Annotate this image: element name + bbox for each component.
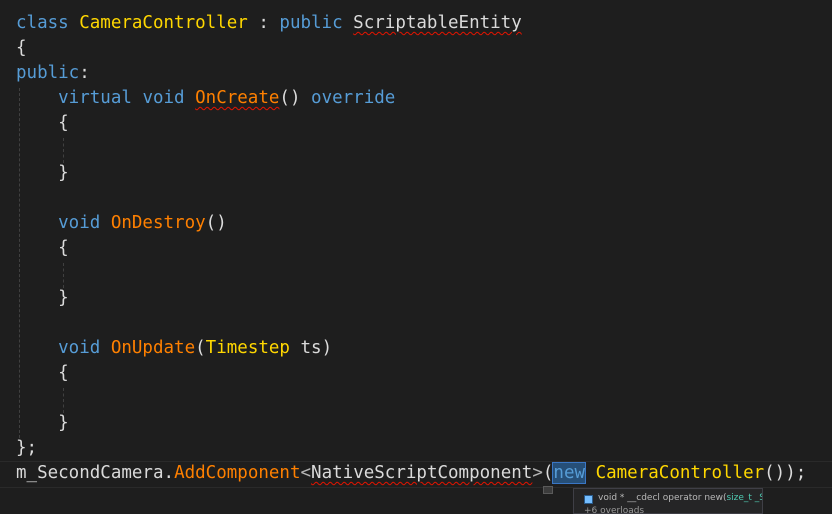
- code-line[interactable]: m_SecondCamera.AddComponent<NativeScript…: [16, 461, 806, 486]
- code-token: ());: [764, 463, 807, 483]
- code-line[interactable]: }: [16, 411, 69, 436]
- code-token: OnDestroy: [110, 213, 206, 233]
- code-token: >: [532, 463, 543, 483]
- code-token: .: [163, 463, 175, 483]
- code-token: (: [542, 463, 554, 483]
- code-token: void: [16, 213, 111, 233]
- code-token: {: [16, 113, 69, 133]
- code-token: class: [16, 13, 80, 33]
- code-token: OnUpdate: [110, 338, 196, 358]
- code-token: ts: [289, 338, 322, 358]
- tooltip-overloads: +6 overloads: [584, 506, 645, 514]
- code-line[interactable]: {: [16, 111, 69, 136]
- indent-guide: [63, 388, 64, 413]
- code-line[interactable]: class CameraController : public Scriptab…: [16, 11, 522, 36]
- code-token: CameraController: [595, 463, 765, 483]
- code-token: {: [16, 238, 69, 258]
- code-token: {: [16, 363, 69, 383]
- code-token: }: [16, 288, 69, 308]
- tooltip-signature-prefix: void * __cdecl operator new(: [598, 493, 727, 503]
- tooltip-signature-param: size_t _Size: [726, 493, 762, 503]
- code-token: (): [205, 213, 227, 233]
- code-token: OnCreate: [195, 88, 280, 108]
- code-token: virtual: [16, 88, 143, 108]
- code-editor[interactable]: class CameraController : public Scriptab…: [0, 0, 832, 512]
- code-token: }: [16, 163, 69, 183]
- code-line[interactable]: virtual void OnCreate() override: [16, 86, 395, 111]
- code-token: CameraController: [79, 13, 248, 33]
- code-token: {: [16, 38, 27, 58]
- code-line[interactable]: public:: [16, 61, 90, 86]
- code-line[interactable]: void OnDestroy(): [16, 211, 227, 236]
- code-token: };: [16, 438, 38, 458]
- code-token: m_SecondCamera: [16, 463, 164, 483]
- indent-guide: [63, 138, 64, 163]
- code-token: ScriptableEntity: [353, 13, 522, 33]
- code-token: public: [279, 13, 354, 33]
- code-line[interactable]: {: [16, 36, 27, 61]
- code-token: void: [16, 338, 111, 358]
- code-token: override: [311, 88, 396, 108]
- code-token: public: [16, 63, 80, 83]
- indent-guide: [63, 263, 64, 288]
- code-token: (): [279, 88, 312, 108]
- tooltip-signature: void * __cdecl operator new(size_t _Size…: [598, 493, 762, 503]
- quick-actions-icon[interactable]: [543, 486, 553, 494]
- code-token: void: [142, 88, 196, 108]
- code-line[interactable]: {: [16, 236, 69, 261]
- code-token: <: [300, 463, 312, 483]
- code-token: :: [79, 63, 90, 83]
- code-token: ): [321, 338, 333, 358]
- code-token: AddComponent: [174, 463, 301, 483]
- code-token: :: [247, 13, 280, 33]
- signature-tooltip: void * __cdecl operator new(size_t _Size…: [573, 488, 763, 514]
- code-token: }: [16, 413, 69, 433]
- code-token: Timestep: [205, 338, 290, 358]
- code-line[interactable]: };: [16, 436, 37, 461]
- code-line[interactable]: void OnUpdate(Timestep ts): [16, 336, 332, 361]
- code-token: NativeScriptComponent: [311, 463, 533, 483]
- code-line[interactable]: {: [16, 361, 69, 386]
- method-icon: [584, 495, 593, 504]
- selected-token: new: [552, 462, 587, 484]
- code-token: (: [195, 338, 206, 358]
- code-line[interactable]: }: [16, 161, 69, 186]
- code-line[interactable]: }: [16, 286, 69, 311]
